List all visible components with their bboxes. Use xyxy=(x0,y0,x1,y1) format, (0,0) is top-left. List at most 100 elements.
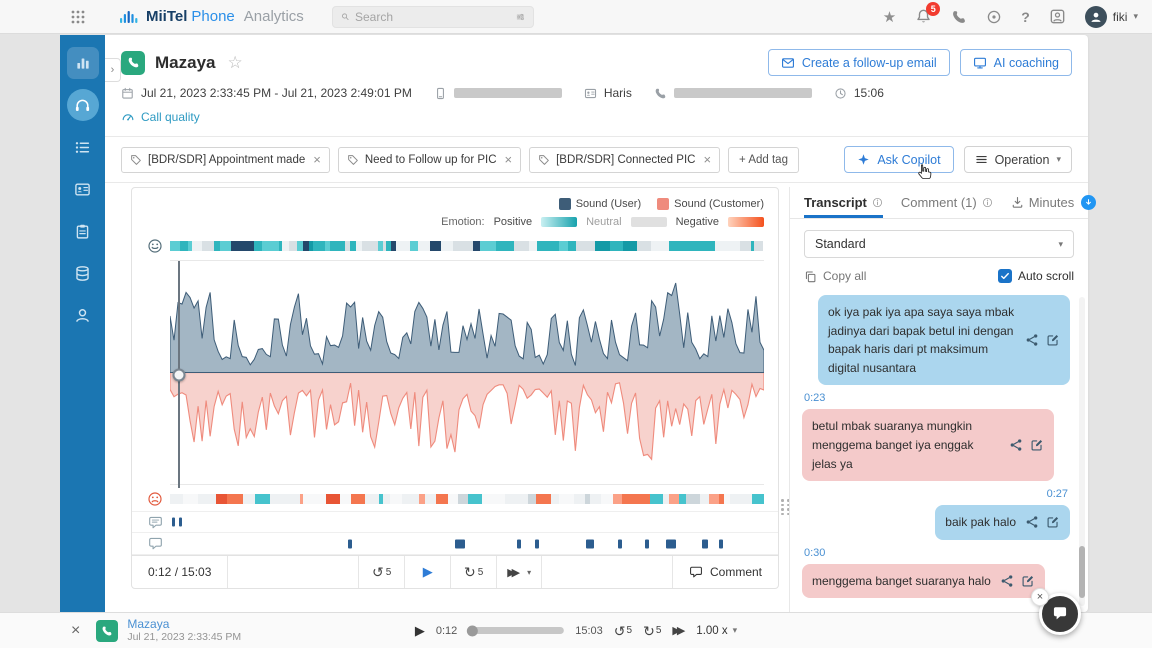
transcript-bubble[interactable]: ok iya pak iya apa saya saya mbak jadiny… xyxy=(818,295,1070,385)
skip-forward-amount: 5 xyxy=(478,567,484,578)
message-timestamp: 0:30 xyxy=(804,547,1068,559)
info-icon xyxy=(982,197,993,208)
chat-icon xyxy=(1051,605,1069,623)
favorite-star-icon[interactable]: ☆ xyxy=(227,53,242,73)
waveform-customer xyxy=(170,373,764,460)
auto-scroll-toggle[interactable]: Auto scroll xyxy=(998,269,1074,283)
global-search[interactable] xyxy=(332,6,534,28)
transcript-mode-select[interactable]: Standard ▾ xyxy=(804,230,1074,258)
search-input[interactable] xyxy=(355,10,510,24)
transcript-message: 0:32 halo iya mungkin seperti saya ya pa… xyxy=(802,605,1070,612)
minutes-download-badge[interactable] xyxy=(1081,195,1096,210)
apps-grid-icon[interactable] xyxy=(70,9,86,25)
share-icon[interactable] xyxy=(1009,438,1023,452)
tag-chip[interactable]: Need to Follow up for PIC × xyxy=(338,147,521,173)
player-seek-slider[interactable] xyxy=(468,627,564,634)
create-follow-up-email-button[interactable]: Create a follow-up email xyxy=(768,49,950,76)
tab-minutes[interactable]: Minutes xyxy=(1011,187,1097,218)
share-icon[interactable] xyxy=(1025,333,1039,347)
playhead[interactable] xyxy=(178,261,180,488)
tab-transcript[interactable]: Transcript xyxy=(804,187,883,218)
sound-legend: Sound (User) Sound (Customer) xyxy=(132,188,778,212)
redacted-caller-number xyxy=(674,88,812,98)
player-current-time: 0:12 xyxy=(436,625,457,637)
contacts-frame-icon[interactable] xyxy=(1049,8,1066,25)
sidebar-item-contacts[interactable] xyxy=(60,168,105,210)
transcript-bubble[interactable]: baik pak halo xyxy=(935,505,1070,540)
bar-chart-icon xyxy=(74,54,92,72)
miitel-bars-icon xyxy=(120,9,138,25)
keyword-marker-track[interactable] xyxy=(170,512,764,532)
comment-marker-track[interactable] xyxy=(170,533,764,554)
share-icon[interactable] xyxy=(1025,515,1039,529)
share-icon[interactable] xyxy=(1000,574,1014,588)
copy-all-button[interactable]: Copy all xyxy=(804,269,866,283)
auto-scroll-checkbox[interactable] xyxy=(998,269,1012,283)
chat-widget-button[interactable]: × xyxy=(1039,593,1081,635)
tag-remove-icon[interactable]: × xyxy=(505,152,513,167)
playhead-handle[interactable] xyxy=(172,368,185,381)
gauge-icon xyxy=(121,110,135,124)
player-fast-forward-button[interactable]: ▶▶ xyxy=(672,624,685,637)
user-menu[interactable]: fiki ▾ xyxy=(1085,6,1138,28)
call-app-icon xyxy=(121,51,145,75)
tag-chip[interactable]: [BDR/SDR] Connected PIC × xyxy=(529,147,720,173)
sidebar-expand-button[interactable]: › xyxy=(105,58,121,82)
panel-resizer[interactable] xyxy=(779,187,789,612)
emotion-label: Emotion: xyxy=(441,216,484,228)
player-speed-control[interactable]: 1.00 x ▾ xyxy=(696,625,737,637)
edit-icon[interactable] xyxy=(1046,333,1060,347)
player-skip-forward-button[interactable]: ↻5 xyxy=(643,624,661,638)
transcript-bubble[interactable]: menggema banget suaranya halo xyxy=(802,564,1045,599)
waveform-plot[interactable] xyxy=(170,260,764,485)
operation-menu-button[interactable]: Operation ▾ xyxy=(964,146,1072,173)
edit-icon[interactable] xyxy=(1021,574,1035,588)
tags-list: [BDR/SDR] Appointment made × Need to Fol… xyxy=(121,147,720,173)
headset-icon xyxy=(74,97,91,114)
sidebar-item-calls[interactable] xyxy=(60,84,105,126)
copy-icon xyxy=(804,270,817,283)
chevron-down-icon[interactable]: ▾ xyxy=(527,568,531,577)
sidebar-item-analytics[interactable] xyxy=(60,42,105,84)
edit-icon[interactable] xyxy=(1046,515,1060,529)
ai-coaching-button[interactable]: AI coaching xyxy=(960,49,1072,76)
skip-back-button[interactable]: ↺5 xyxy=(358,556,404,588)
edit-icon[interactable] xyxy=(1030,438,1044,452)
player-play-button[interactable]: ▶ xyxy=(415,623,425,639)
player-call-title[interactable]: Mazaya xyxy=(127,617,241,631)
add-tag-button[interactable]: + Add tag xyxy=(728,147,799,173)
comment-button[interactable]: Comment xyxy=(672,556,778,588)
chat-widget-close-icon[interactable]: × xyxy=(1031,588,1049,606)
skip-forward-button[interactable]: ↻5 xyxy=(450,556,496,588)
scrollbar-thumb[interactable] xyxy=(1079,546,1085,598)
transcript-text: baik pak halo xyxy=(945,513,1016,532)
dialer-phone-icon[interactable] xyxy=(951,9,967,25)
fast-forward-button[interactable]: ▶▶▾ xyxy=(496,556,542,588)
brand-logo[interactable]: MiiTel Phone Analytics xyxy=(120,8,304,25)
play-button[interactable]: ▶ xyxy=(404,556,450,588)
sidebar-item-data[interactable] xyxy=(60,252,105,294)
transcript-messages: ok iya pak iya apa saya saya mbak jadiny… xyxy=(790,291,1088,612)
sidebar-item-users[interactable] xyxy=(60,294,105,336)
notifications-bell-icon[interactable]: 5 xyxy=(915,8,932,25)
player-close-icon[interactable]: × xyxy=(71,623,80,639)
sidebar-item-reports[interactable] xyxy=(60,210,105,252)
ask-copilot-button[interactable]: Ask Copilot xyxy=(844,146,953,173)
agent-name: Haris xyxy=(604,86,632,100)
help-icon[interactable]: ? xyxy=(1021,9,1030,25)
info-icon xyxy=(872,197,883,208)
tag-remove-icon[interactable]: × xyxy=(703,152,711,167)
search-filter-icon[interactable] xyxy=(516,10,525,24)
tag-remove-icon[interactable]: × xyxy=(313,152,321,167)
tag-chip[interactable]: [BDR/SDR] Appointment made × xyxy=(121,147,330,173)
sidebar-item-call-list[interactable] xyxy=(60,126,105,168)
recordings-disc-icon[interactable] xyxy=(986,9,1002,25)
transcript-bubble[interactable]: betul mbak suaranya mungkin menggema ban… xyxy=(802,409,1054,481)
favorites-icon[interactable]: ★ xyxy=(883,8,896,26)
transcript-scrollbar[interactable] xyxy=(1079,297,1085,606)
player-skip-back-amount: 5 xyxy=(627,625,633,636)
call-quality-link[interactable]: Call quality xyxy=(105,100,1088,136)
player-skip-back-button[interactable]: ↺5 xyxy=(614,624,632,638)
brand-analytics: Analytics xyxy=(244,8,304,25)
tab-comment[interactable]: Comment (1) xyxy=(901,187,993,218)
